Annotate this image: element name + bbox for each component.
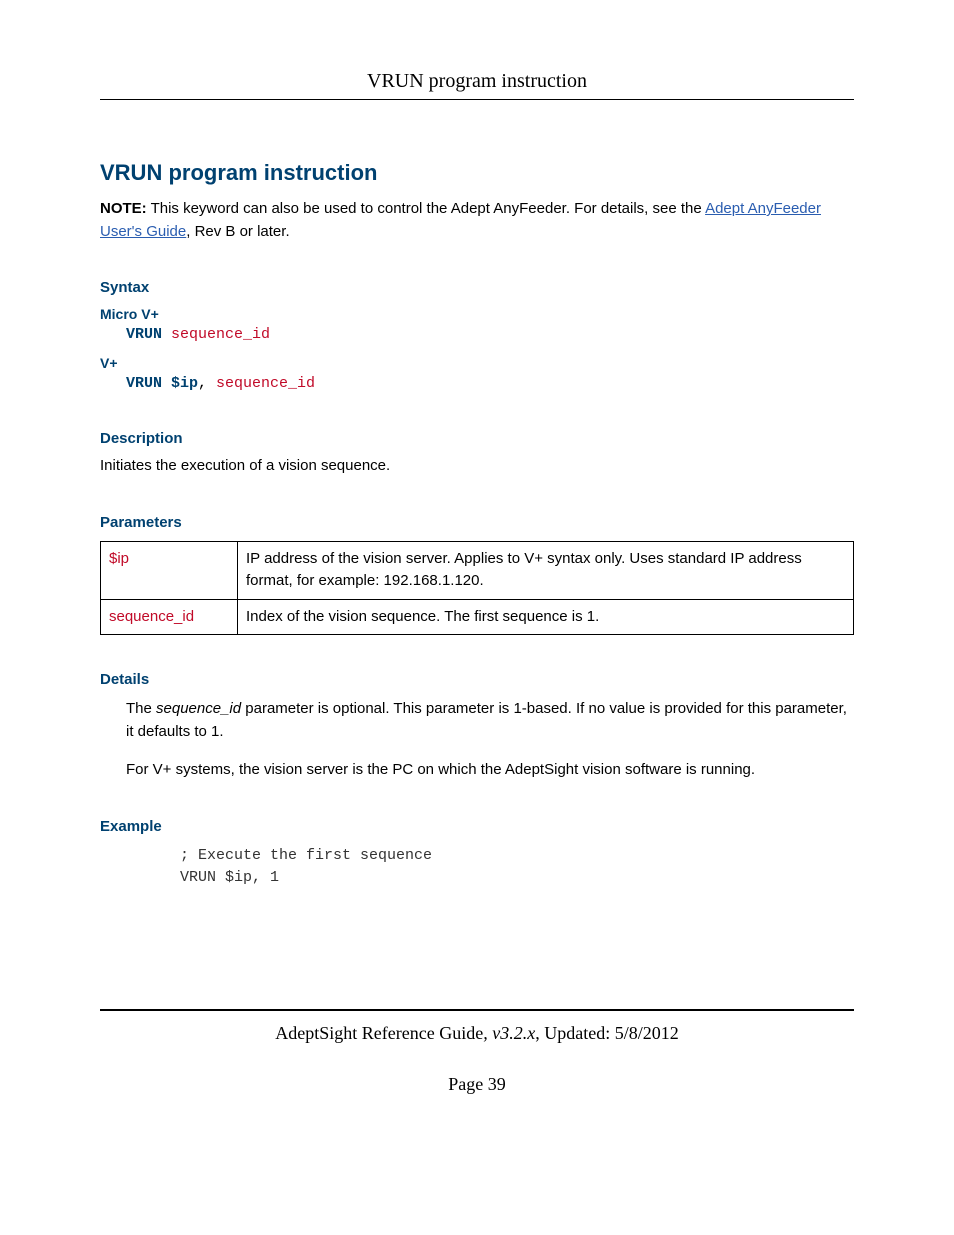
syntax-comma: , xyxy=(198,375,207,392)
micro-vplus-label: Micro V+ xyxy=(100,306,854,322)
syntax-vplus-code: VRUN $ip, sequence_id xyxy=(126,373,854,394)
description-text: Initiates the execution of a vision sequ… xyxy=(100,455,854,478)
details-p1-param: sequence_id xyxy=(156,700,241,717)
details-p1-a: The xyxy=(126,700,156,717)
vplus-label: V+ xyxy=(100,355,854,371)
param-desc-cell: IP address of the vision server. Applies… xyxy=(238,541,854,599)
syntax-param: sequence_id xyxy=(162,326,270,343)
parameters-table: $ip IP address of the vision server. App… xyxy=(100,541,854,636)
syntax-keyword: VRUN $ip xyxy=(126,375,198,392)
param-name-cell: $ip xyxy=(101,541,238,599)
details-paragraph-1: The sequence_id parameter is optional. T… xyxy=(126,698,854,743)
footer-text: AdeptSight Reference Guide, v3.2.x, Upda… xyxy=(100,1023,854,1044)
footer-version: v3.2.x xyxy=(492,1023,535,1043)
page-number: Page 39 xyxy=(100,1074,854,1095)
details-block: The sequence_id parameter is optional. T… xyxy=(126,698,854,782)
description-heading: Description xyxy=(100,430,854,447)
syntax-micro-code: VRUN sequence_id xyxy=(126,324,854,345)
running-header: VRUN program instruction xyxy=(100,70,854,100)
note-paragraph: NOTE: This keyword can also be used to c… xyxy=(100,198,854,243)
syntax-param: sequence_id xyxy=(207,375,315,392)
footer-updated: , Updated: 5/8/2012 xyxy=(535,1023,678,1043)
parameters-heading: Parameters xyxy=(100,514,854,531)
example-code: VRUN $ip, 1 xyxy=(180,867,854,890)
details-heading: Details xyxy=(100,671,854,688)
table-row: $ip IP address of the vision server. App… xyxy=(101,541,854,599)
param-name-cell: sequence_id xyxy=(101,599,238,635)
syntax-keyword: VRUN xyxy=(126,326,162,343)
page-footer: AdeptSight Reference Guide, v3.2.x, Upda… xyxy=(100,1009,854,1095)
details-paragraph-2: For V+ systems, the vision server is the… xyxy=(126,759,854,782)
footer-rule xyxy=(100,1009,854,1011)
example-heading: Example xyxy=(100,818,854,835)
note-text-2: , Rev B or later. xyxy=(186,223,289,240)
table-row: sequence_id Index of the vision sequence… xyxy=(101,599,854,635)
footer-guide: AdeptSight Reference Guide xyxy=(275,1023,483,1043)
syntax-heading: Syntax xyxy=(100,279,854,296)
note-text-1: This keyword can also be used to control… xyxy=(147,200,705,217)
param-desc-cell: Index of the vision sequence. The first … xyxy=(238,599,854,635)
example-block: ; Execute the first sequence VRUN $ip, 1 xyxy=(180,845,854,890)
page-title: VRUN program instruction xyxy=(100,160,854,186)
footer-sep: , xyxy=(483,1023,492,1043)
example-comment: ; Execute the first sequence xyxy=(180,845,854,868)
note-label: NOTE: xyxy=(100,200,147,217)
